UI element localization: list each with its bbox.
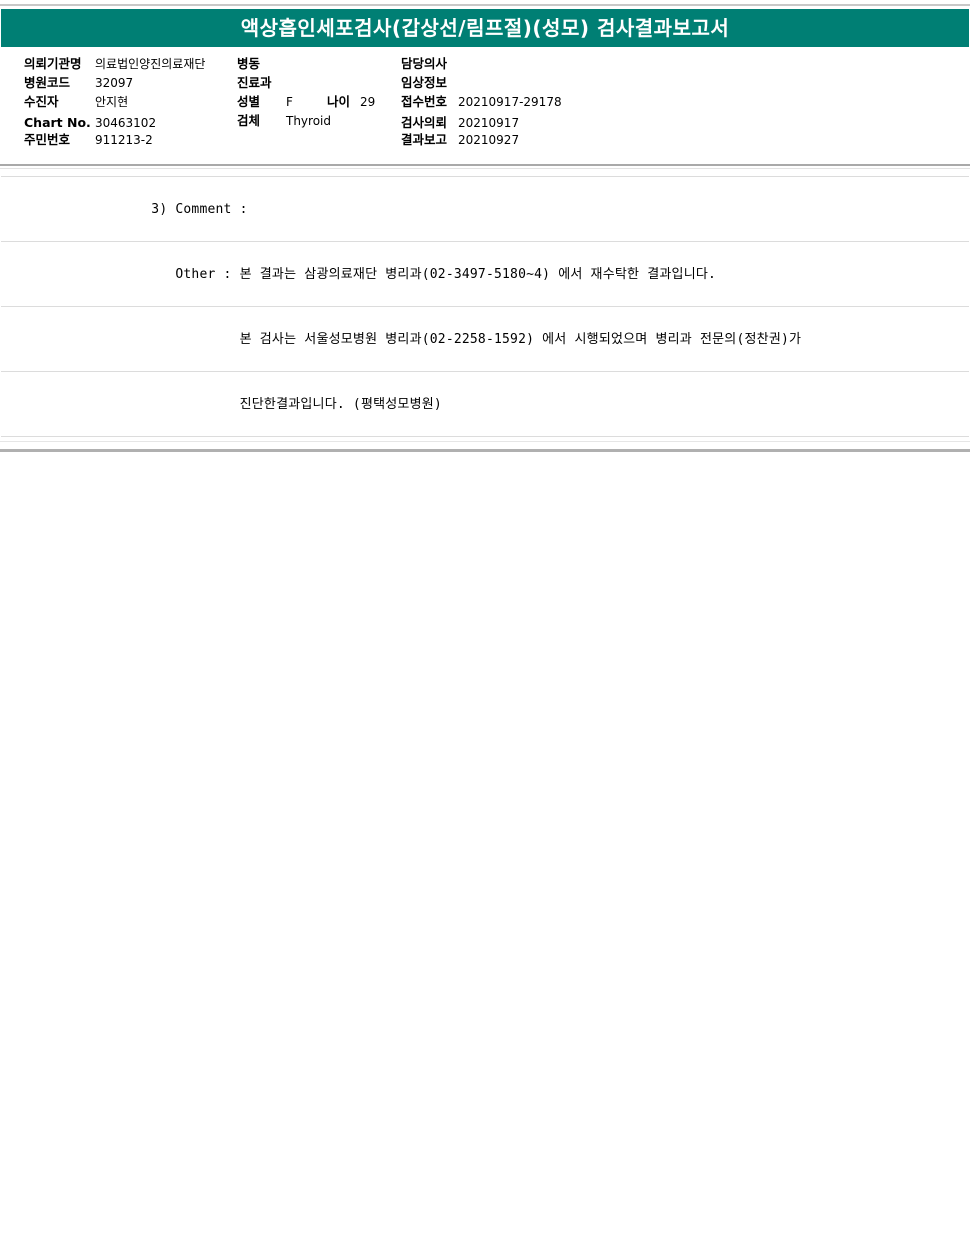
age-value: 29 — [360, 95, 376, 109]
institution-value: 의료법인양진의료재단 — [95, 57, 206, 71]
chart-no-value: 30463102 — [95, 116, 157, 130]
patient-info-panel: 의뢰기관명 의료법인양진의료재단 병원코드 32097 수진자 안지현 Char… — [0, 54, 970, 154]
resident-no-label: 주민번호 — [24, 132, 71, 147]
receipt-no-value: 20210917-29178 — [458, 95, 562, 109]
resident-no-value: 911213-2 — [95, 133, 153, 147]
age-label: 나이 — [327, 94, 351, 109]
institution-label: 의뢰기관명 — [24, 56, 82, 71]
comment-line: 진단한결과입니다. (평택성모병원) — [63, 397, 442, 412]
report-date-label: 결과보고 — [401, 132, 448, 147]
department-label: 진료과 — [237, 75, 272, 90]
specimen-label: 검체 — [237, 113, 261, 128]
specimen-value: Thyroid — [286, 114, 331, 128]
request-date-value: 20210917 — [458, 116, 520, 130]
comment-line: Other : 본 결과는 삼광의료재단 병리과(02-3497-5180~4)… — [63, 267, 717, 282]
footer-divider — [0, 449, 970, 452]
receipt-no-label: 접수번호 — [401, 94, 448, 109]
clinical-info-label: 임상정보 — [401, 75, 448, 90]
doctor-label: 담당의사 — [401, 56, 448, 71]
header-divider-light — [0, 168, 970, 169]
chart-no-label: Chart No. — [24, 115, 91, 130]
recipient-value: 안지현 — [95, 95, 129, 109]
comment-row: 3) Comment : — [1, 176, 969, 241]
recipient-label: 수진자 — [24, 94, 59, 109]
comment-row: 본 검사는 서울성모병원 병리과(02-2258-1592) 에서 시행되었으며… — [1, 306, 969, 371]
ward-label: 병동 — [237, 56, 261, 71]
comment-row: 진단한결과입니다. (평택성모병원) — [1, 371, 969, 437]
hospital-code-label: 병원코드 — [24, 75, 71, 90]
report-title: 액상흡인세포검사(갑상선/림프절)(성모) 검사결과보고서 — [1, 9, 969, 47]
request-date-label: 검사의뢰 — [401, 115, 448, 130]
report-date-value: 20210927 — [458, 133, 520, 147]
top-rule — [0, 4, 970, 6]
sex-value: F — [286, 95, 293, 109]
hospital-code-value: 32097 — [95, 76, 134, 90]
comment-line: 본 검사는 서울성모병원 병리과(02-2258-1592) 에서 시행되었으며… — [63, 332, 802, 347]
footer-divider-light — [0, 441, 970, 442]
comment-heading: 3) Comment : — [63, 202, 248, 217]
header-divider — [0, 164, 970, 166]
sex-label: 성별 — [237, 94, 261, 109]
comment-row: Other : 본 결과는 삼광의료재단 병리과(02-3497-5180~4)… — [1, 241, 969, 306]
comment-section: 3) Comment : Other : 본 결과는 삼광의료재단 병리과(02… — [1, 176, 969, 437]
